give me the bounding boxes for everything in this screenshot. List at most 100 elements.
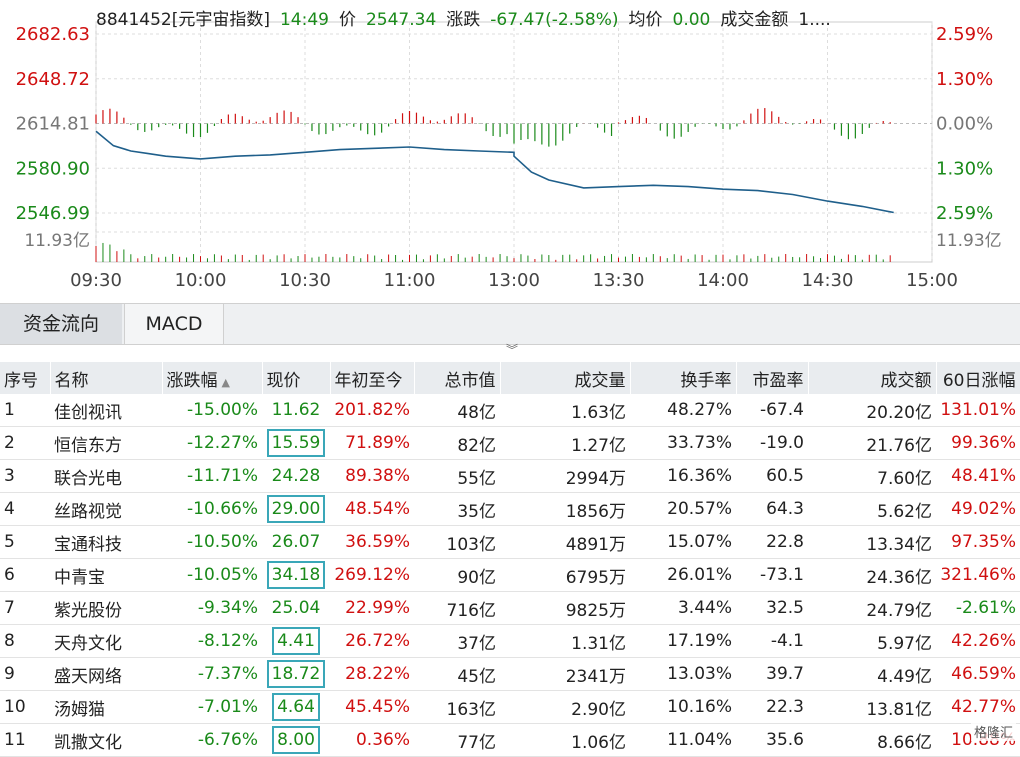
table-cell: 佳创视讯 [50,394,162,427]
table-cell: 13.34亿 [808,525,936,559]
avg-value: 0.00 [672,10,711,29]
table-cell: 24.79亿 [808,591,936,625]
table-cell: -8.12% [162,624,262,658]
table-cell: -2.61% [936,591,1020,625]
table-row[interactable]: 3 联合光电 -11.71% 24.28 89.38% 55亿 2994万 16.36% 60.… [0,459,1020,493]
table-cell: 82亿 [414,426,500,460]
x-axis-label: 10:30 [279,270,331,291]
table-cell: 20.57% [630,492,736,526]
intraday-chart[interactable]: 2682.63 2648.72 2614.81 2580.90 2546.99 2.59%… [0,0,1020,298]
table-cell: 4891万 [500,525,630,559]
price-label: 价 [338,10,356,29]
sort-ascending-icon[interactable]: ▲ [222,376,230,389]
table-cell: 7 [0,591,50,625]
table-cell: 25.04 [262,591,330,625]
x-axis-label: 13:00 [488,270,540,291]
table-cell: 131.01% [936,394,1020,427]
table-cell: 55亿 [414,459,500,493]
tab-macd[interactable]: MACD [124,304,224,344]
stock-table: 序号 名称 涨跌幅 ▲ 现价 年初至今 总市值 成交量 换手率 市盈率 成交额 60日涨幅 1 佳创视讯… [0,362,1020,757]
table-cell: 恒信东方 [50,426,162,460]
table-cell: -10.05% [162,558,262,592]
table-cell: 1.27亿 [500,426,630,460]
index-code-name: 8841452[元宇宙指数] [96,10,270,29]
column-header[interactable]: 涨跌幅 ▲ [162,362,263,394]
chevron-down-icon[interactable]: ︾ [505,343,519,357]
table-row[interactable]: 5 宝通科技 -10.50% 26.07 36.59% 103亿 4891万 15.07% 22… [0,525,1020,559]
table-row[interactable]: 4 丝路视觉 -10.66% 29.00 48.54% 35亿 1856万 20.57% 64.… [0,492,1020,526]
column-header[interactable]: 换手率 [630,362,737,394]
y-axis-left-label: 2580.90 [16,158,90,179]
table-cell: -67.4 [736,394,808,427]
table-row[interactable]: 1 佳创视讯 -15.00% 11.62 201.82% 48亿 1.63亿 48.27% -6… [0,394,1020,427]
table-cell: 26.07 [262,525,330,559]
y-axis-left-label: 2614.81 [16,114,90,135]
chart-tabs: 资金流向 MACD [0,303,1020,345]
table-cell: 13.81亿 [808,690,936,724]
table-row[interactable]: 7 紫光股份 -9.34% 25.04 22.99% 716亿 9825万 3.44% 32.5… [0,591,1020,625]
table-cell: -73.1 [736,558,808,592]
table-row[interactable]: 8 天舟文化 -8.12% 4.41 26.72% 37亿 1.31亿 17.19% -4.1 5… [0,624,1020,658]
table-cell: 22.8 [736,525,808,559]
price-box: 15.59 [266,429,326,457]
column-header[interactable]: 市盈率 [736,362,809,394]
table-cell: 269.12% [330,558,414,592]
table-cell: 3 [0,459,50,493]
table-cell: 22.99% [330,591,414,625]
column-header[interactable]: 名称 [50,362,163,394]
table-cell: 77亿 [414,723,500,757]
table-cell: 201.82% [330,394,414,427]
table-cell: 9825万 [500,591,630,625]
column-header[interactable]: 现价 [262,362,331,394]
table-row[interactable]: 2 恒信东方 -12.27% 15.59 71.89% 82亿 1.27亿 33.73% -19… [0,426,1020,460]
table-cell: 盛天网络 [50,657,162,691]
table-cell: 0.36% [330,723,414,757]
table-row[interactable]: 10 汤姆猫 -7.01% 4.64 45.45% 163亿 2.90亿 10.16% 22.3… [0,690,1020,724]
table-cell: 42.77% [936,690,1020,724]
table-cell: 35.6 [736,723,808,757]
table-cell: 4.49亿 [808,657,936,691]
table-cell: 16.36% [630,459,736,493]
table-cell: 13.03% [630,657,736,691]
table-cell: 15.07% [630,525,736,559]
table-cell: 紫光股份 [50,591,162,625]
table-cell: 39.7 [736,657,808,691]
turnover-value: 1.... [798,10,831,29]
x-axis-label: 15:00 [906,270,958,291]
change-label: 涨跌 [446,10,481,29]
x-axis-label: 10:00 [175,270,227,291]
table-cell: 22.3 [736,690,808,724]
table-cell: 103亿 [414,525,500,559]
table-cell: 89.38% [330,459,414,493]
turnover-label: 成交金额 [720,10,789,29]
volume-label-right: 11.93亿 [936,231,1002,251]
x-axis-label: 14:30 [802,270,854,291]
table-row[interactable]: 9 盛天网络 -7.37% 18.72 28.22% 45亿 2341万 13.03% 39.7… [0,657,1020,691]
column-header[interactable]: 序号 [0,362,51,394]
column-header[interactable]: 60日涨幅 [936,362,1020,394]
column-header[interactable]: 年初至今 [330,362,415,394]
watermark: 格隆汇 [970,722,1016,741]
table-cell: 46.59% [936,657,1020,691]
column-header[interactable]: 总市值 [414,362,501,394]
table-cell: 49.02% [936,492,1020,526]
table-cell: -11.71% [162,459,262,493]
table-row[interactable]: 6 中青宝 -10.05% 34.18 269.12% 90亿 6795万 26.01% -73… [0,558,1020,592]
table-cell: 42.26% [936,624,1020,658]
table-row[interactable]: 11 凯撒文化 -6.76% 8.00 0.36% 77亿 1.06亿 11.04% 35.6 8… [0,723,1020,757]
table-cell: 17.19% [630,624,736,658]
table-cell: 2994万 [500,459,630,493]
table-cell: 64.3 [736,492,808,526]
table-cell: 1.31亿 [500,624,630,658]
table-cell: 34.18 [262,558,330,592]
table-cell: 4.41 [262,624,330,658]
column-header[interactable]: 成交量 [500,362,631,394]
tab-fund-flow[interactable]: 资金流向 [0,304,122,344]
table-cell: 28.22% [330,657,414,691]
y-axis-right-label: 1.30% [936,69,993,90]
table-cell: 3.44% [630,591,736,625]
column-header[interactable]: 成交额 [808,362,937,394]
table-cell: -12.27% [162,426,262,460]
table-cell: -19.0 [736,426,808,460]
table-cell: 6 [0,558,50,592]
